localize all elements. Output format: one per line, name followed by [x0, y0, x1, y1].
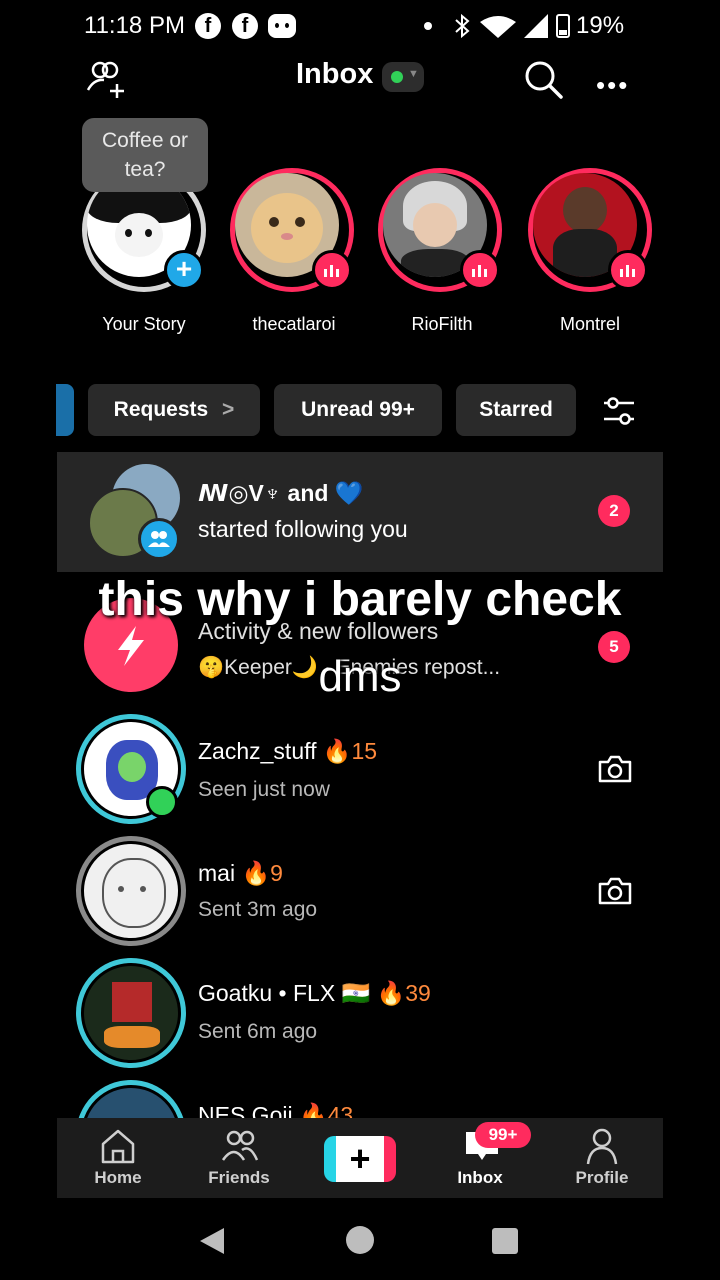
status-time: 11:18 PM	[84, 12, 185, 39]
search-icon[interactable]	[522, 58, 564, 100]
live-badge-icon	[460, 250, 500, 290]
streak-count: 15	[351, 738, 378, 764]
chip-label: Requests	[113, 398, 209, 421]
unread-count-badge: 2	[598, 495, 630, 527]
row-title: Goatku • FLX 🇮🇳 🔥39	[198, 980, 431, 1006]
filter-chip-starred[interactable]: Starred	[456, 384, 576, 436]
system-recents-icon[interactable]	[492, 1228, 518, 1254]
filter-chip-all[interactable]	[56, 384, 74, 436]
more-icon[interactable]: •••	[596, 70, 629, 101]
streak-icon: 🔥	[241, 860, 271, 886]
nav-friends-label[interactable]: Friends	[189, 1168, 289, 1188]
online-indicator	[146, 786, 178, 818]
avatar	[81, 1085, 181, 1118]
notification-dot-icon	[424, 22, 432, 30]
camera-icon[interactable]	[596, 872, 634, 910]
system-back-icon[interactable]	[198, 1226, 226, 1256]
live-badge-icon	[312, 250, 352, 290]
list-item-chat[interactable]: NES Goji 🔥43	[57, 1080, 663, 1118]
streak-count: 9	[270, 860, 283, 886]
video-caption-line-2: dms	[318, 652, 402, 701]
add-friend-icon[interactable]	[86, 60, 126, 100]
story-name: RioFilth	[411, 314, 473, 334]
avatar	[81, 963, 181, 1063]
home-icon[interactable]	[98, 1126, 138, 1166]
story-name: Your Story	[102, 314, 186, 334]
plus-icon[interactable]: +	[336, 1140, 384, 1178]
story-note-bubble[interactable]: Coffee or tea?	[82, 118, 208, 192]
battery-percent: 19%	[576, 12, 625, 39]
row-title: ꟿ◎V♆ and 💙	[198, 480, 364, 506]
facebook-icon: f	[232, 13, 258, 39]
streak-icon: 🔥	[322, 738, 352, 764]
live-badge-icon	[608, 250, 648, 290]
streak-icon: 🔥	[376, 980, 406, 1006]
row-title: Zachz_stuff 🔥15	[198, 738, 378, 764]
camera-icon[interactable]	[596, 750, 634, 788]
video-caption-line-1: this why i barely check	[98, 573, 622, 626]
add-story-icon[interactable]: +	[164, 250, 204, 290]
battery-icon	[556, 14, 570, 38]
nav-home-label[interactable]: Home	[68, 1168, 168, 1188]
page-title: Inbox	[296, 58, 374, 90]
wifi-icon	[480, 16, 516, 38]
inbox-count-badge: 99+	[475, 1122, 531, 1148]
streak-icon: 🔥	[298, 1102, 328, 1118]
row-title: NES Goji 🔥43	[198, 1102, 353, 1118]
filter-chip-unread[interactable]: Unread 99+	[274, 384, 442, 436]
nav-inbox-label[interactable]: Inbox	[430, 1168, 530, 1188]
nav-profile-label[interactable]: Profile	[552, 1168, 652, 1188]
story-name: Montrel	[559, 314, 621, 334]
system-home-icon[interactable]	[346, 1226, 374, 1254]
row-subtitle: Sent 6m ago	[198, 1020, 318, 1043]
streak-count: 43	[327, 1102, 354, 1118]
row-subtitle: started following you	[198, 516, 408, 542]
chevron-right-icon: >	[222, 398, 235, 421]
row-subtitle: Sent 3m ago	[198, 898, 318, 921]
streak-count: 39	[405, 980, 431, 1006]
profile-icon[interactable]	[582, 1126, 622, 1166]
bluetooth-icon	[455, 14, 470, 38]
row-title: mai 🔥9	[198, 860, 283, 886]
facebook-icon: f	[195, 13, 221, 39]
online-dot-icon	[391, 71, 403, 83]
followers-icon	[138, 518, 180, 560]
filter-settings-icon[interactable]	[600, 392, 638, 430]
filter-chip-requests[interactable]: Requests >	[88, 384, 260, 436]
avatar	[81, 841, 181, 941]
story-name: thecatlaroi	[252, 314, 336, 334]
friends-icon[interactable]	[220, 1126, 260, 1166]
signal-icon	[524, 14, 548, 38]
row-subtitle: Seen just now	[198, 778, 330, 801]
caret-down-icon: ▼	[408, 68, 419, 80]
discord-icon	[268, 14, 296, 38]
